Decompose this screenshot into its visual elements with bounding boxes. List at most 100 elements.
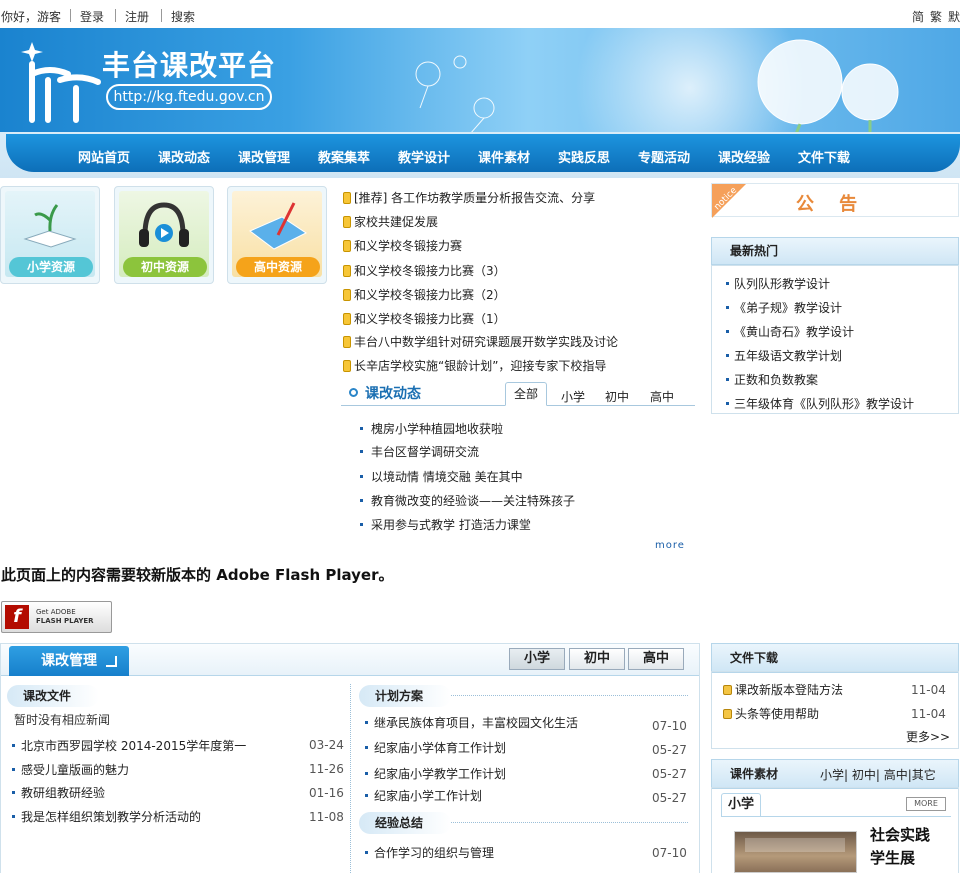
resource-label-middle: 初中资源 (123, 257, 207, 277)
circle-bullet-icon (349, 388, 358, 397)
get-flash-button[interactable]: f Get ADOBE FLASH PLAYER (1, 601, 112, 633)
flash-badge-line2: FLASH PLAYER (36, 617, 94, 625)
nav-item-downloads[interactable]: 文件下载 (798, 147, 850, 166)
notice-box: notice 公 告 (711, 183, 959, 218)
login-link[interactable]: 登录 (80, 8, 104, 25)
headline-item[interactable]: 丰台八中数学组针对研究课题展开数学实践及讨论 (343, 333, 618, 350)
plan-item[interactable]: 纪家庙小学教学工作计划 (365, 765, 506, 782)
bullet-icon (726, 354, 729, 357)
plan-item[interactable]: 纪家庙小学工作计划 (365, 787, 482, 804)
courseware-thumbnail[interactable] (734, 831, 857, 873)
headline-item[interactable]: 和义学校冬锻接力比赛（1） (343, 310, 506, 327)
file-date: 11-08 (309, 810, 344, 824)
bullet-icon (365, 721, 368, 724)
resource-label-primary: 小学资源 (9, 257, 93, 277)
nav-item-home[interactable]: 网站首页 (78, 147, 130, 166)
bullet-icon (360, 475, 363, 478)
register-link[interactable]: 注册 (125, 8, 149, 25)
dynamics-item[interactable]: 采用参与式教学 打造活力课堂 (360, 516, 531, 533)
headline-item[interactable]: 和义学校冬锻接力赛 (343, 237, 462, 254)
headline-item[interactable]: [推荐] 各工作坊教学质量分析报告交流、分享 (343, 189, 595, 206)
download-item[interactable]: 头条等使用帮助 (723, 705, 819, 722)
file-item[interactable]: 感受儿童版画的魅力 (12, 761, 129, 778)
experience-section-title: 经验总结 (359, 812, 451, 834)
dynamics-item[interactable]: 以境动情 情境交融 美在其中 (360, 468, 523, 485)
dynamics-item[interactable]: 丰台区督学调研交流 (360, 443, 479, 460)
flash-badge-line1: Get ADOBE (36, 608, 76, 616)
nav-item-management[interactable]: 课改管理 (238, 147, 290, 166)
file-date: 01-16 (309, 786, 344, 800)
resource-high[interactable]: 高中资源 (227, 186, 327, 284)
resource-middle[interactable]: 初中资源 (114, 186, 214, 284)
section-rule (451, 695, 688, 696)
tab-high[interactable]: 高中 (650, 388, 674, 405)
courseware-title: 课件素材 (730, 767, 779, 781)
nav-item-courseware[interactable]: 课件素材 (478, 147, 530, 166)
site-title: 丰台课改平台 (102, 49, 277, 82)
hot-item[interactable]: 《黄山奇石》教学设计 (726, 323, 854, 340)
bookmark-icon (343, 360, 351, 372)
headline-item[interactable]: 家校共建促发展 (343, 213, 438, 230)
file-item[interactable]: 我是怎样组织策划教学分析活动的 (12, 808, 201, 825)
bookmark-icon (343, 240, 351, 252)
hot-item[interactable]: 五年级语文教学计划 (726, 347, 842, 364)
nav-item-experience[interactable]: 课改经验 (718, 147, 770, 166)
management-tab-middle[interactable]: 初中 (569, 648, 625, 670)
bullet-icon (365, 794, 368, 797)
file-item[interactable]: 教研组教研经验 (12, 784, 105, 801)
plan-date: 05-27 (652, 743, 687, 757)
plan-date: 05-27 (652, 767, 687, 781)
search-link[interactable]: 搜索 (171, 8, 195, 25)
nav-item-lesson-plans[interactable]: 教案集萃 (318, 147, 370, 166)
courseware-level-links[interactable]: 小学| 初中| 高中|其它 (820, 766, 936, 783)
dynamics-more-link[interactable]: more (655, 540, 685, 551)
courseware-tab-primary[interactable]: 小学 (721, 793, 761, 817)
arrow-icon (106, 656, 117, 667)
tab-middle[interactable]: 初中 (605, 388, 629, 405)
lang-simplified-link[interactable]: 简 (912, 8, 924, 25)
dynamics-header: 课改动态 全部 小学 初中 高中 (341, 382, 695, 406)
plan-date: 07-10 (652, 719, 687, 733)
resource-primary[interactable]: 小学资源 (0, 186, 100, 284)
dynamics-item[interactable]: 教育微改变的经验谈——关注特殊孩子 (360, 492, 575, 509)
tab-primary[interactable]: 小学 (561, 388, 585, 405)
hot-item[interactable]: 正数和负数教案 (726, 371, 818, 388)
bookmark-icon (343, 313, 351, 325)
dynamics-item[interactable]: 槐房小学种植园地收获啦 (360, 420, 503, 437)
courseware-more-button[interactable]: MORE (906, 797, 946, 811)
bullet-icon (360, 523, 363, 526)
plans-section-title: 计划方案 (359, 685, 451, 707)
nav-item-dynamics[interactable]: 课改动态 (158, 147, 210, 166)
site-url[interactable]: http://kg.ftedu.gov.cn (106, 84, 272, 110)
headline-item[interactable]: 和义学校冬锻接力比赛（2） (343, 286, 506, 303)
nav-item-teaching-design[interactable]: 教学设计 (398, 147, 450, 166)
download-item[interactable]: 课改新版本登陆方法 (723, 681, 843, 698)
tab-all[interactable]: 全部 (505, 382, 547, 406)
hot-item[interactable]: 三年级体育《队列队形》教学设计 (726, 395, 914, 412)
hot-item[interactable]: 《弟子规》教学设计 (726, 299, 842, 316)
plan-item[interactable]: 继承民族体育项目，丰富校园文化生活 (365, 714, 578, 731)
nav-item-topics[interactable]: 专题活动 (638, 147, 690, 166)
site-logo-icon (21, 42, 101, 123)
headline-item[interactable]: 和义学校冬锻接力比赛（3） (343, 262, 506, 279)
files-section-title: 课改文件 (7, 685, 99, 707)
experience-item[interactable]: 合作学习的组织与管理 (365, 844, 494, 861)
main-nav: 网站首页 课改动态 课改管理 教案集萃 教学设计 课件素材 实践反思 专题活动 … (0, 132, 960, 178)
resource-label-high: 高中资源 (236, 257, 320, 277)
courseware-caption-line2[interactable]: 学生展 (870, 847, 915, 868)
plan-item[interactable]: 纪家庙小学体育工作计划 (365, 739, 506, 756)
headline-item[interactable]: 长辛店学校实施“银龄计划”，迎接专家下校指导 (343, 357, 606, 374)
courseware-caption-line1[interactable]: 社会实践 (870, 824, 930, 845)
lang-default-link[interactable]: 默 (948, 8, 960, 25)
management-tab-primary[interactable]: 小学 (509, 648, 565, 670)
lock-icon (723, 685, 732, 695)
downloads-more-link[interactable]: 更多>> (906, 728, 950, 745)
nav-item-reflection[interactable]: 实践反思 (558, 147, 610, 166)
bullet-icon (12, 744, 15, 747)
hot-item[interactable]: 队列队形教学设计 (726, 275, 830, 292)
lang-traditional-link[interactable]: 繁 (930, 8, 942, 25)
downloads-panel-header: 文件下载 (711, 643, 959, 673)
management-tab-high[interactable]: 高中 (628, 648, 684, 670)
file-item[interactable]: 北京市西罗园学校 2014-2015学年度第一 (12, 737, 246, 754)
nav-bar: 网站首页 课改动态 课改管理 教案集萃 教学设计 课件素材 实践反思 专题活动 … (6, 134, 960, 172)
